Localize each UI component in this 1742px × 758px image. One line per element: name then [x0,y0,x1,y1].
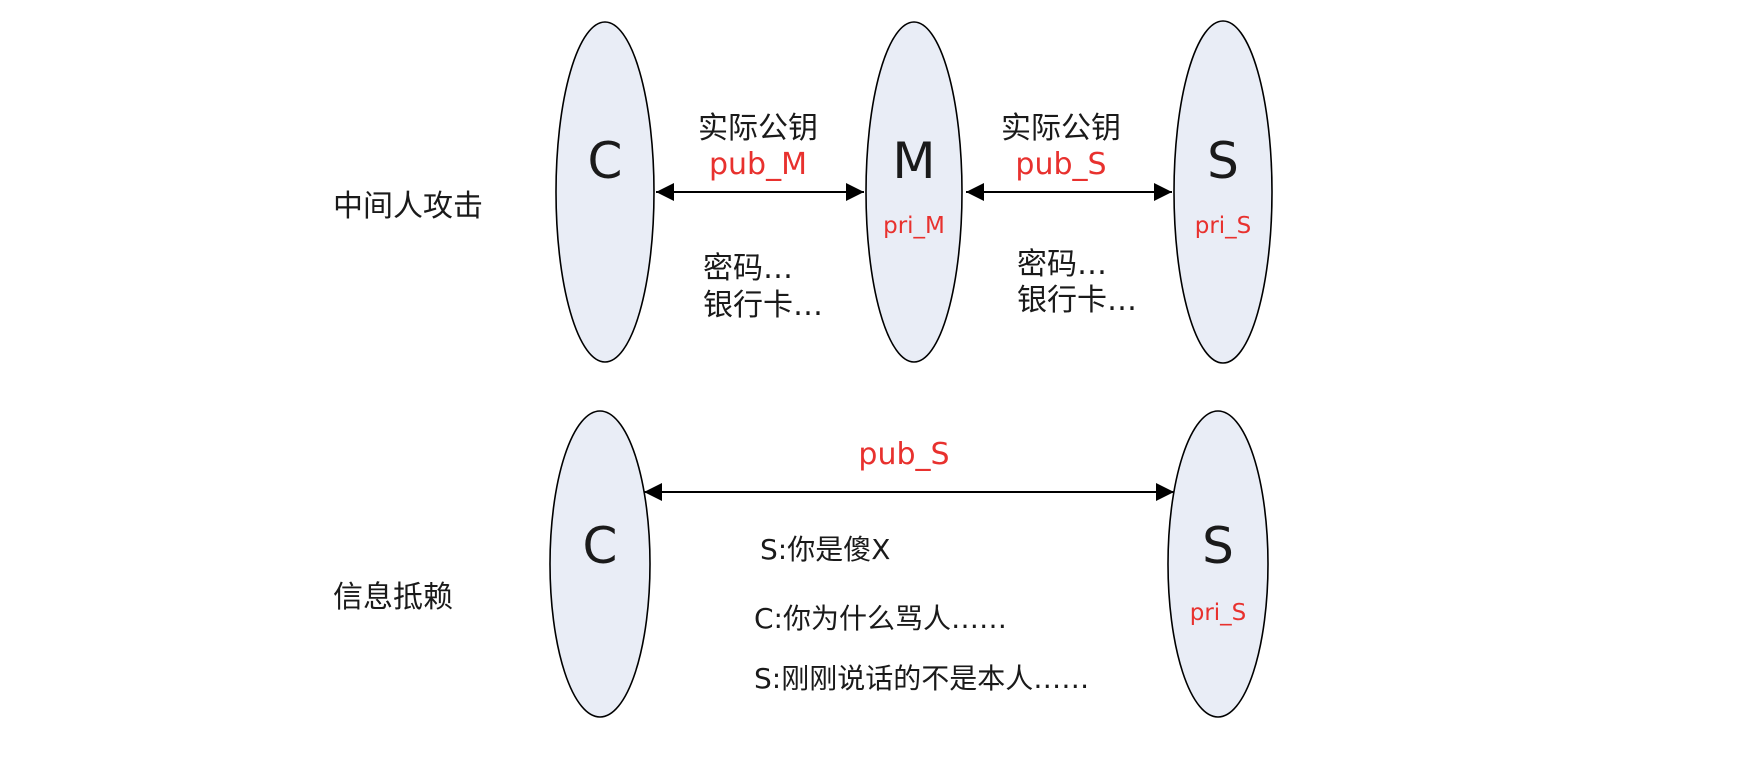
mitm-server-private-key: pri_S [1195,213,1252,239]
mitm-server-letter: S [1207,132,1239,190]
mitm-middle-node [865,21,963,363]
mitm-link-right-note-password: 密码… [1017,247,1107,282]
repudiation-client-letter: C [583,517,618,575]
repudiation-server-private-key: pri_S [1190,600,1247,626]
mitm-client-node [555,21,655,363]
mitm-server-node [1173,20,1273,364]
section-label-mitm: 中间人攻击 [333,189,483,224]
repudiation-message-3: S:刚刚说话的不是本人…… [754,662,1089,695]
mitm-middle-letter: M [892,132,935,190]
mitm-middle-private-key: pri_M [883,213,945,239]
diagram-canvas: 中间人攻击 C M pri_M S pri_S 实际公钥 pub_M 密码… 银… [333,20,1273,718]
mitm-link-left-key: pub_M [709,147,807,182]
section-mitm: 中间人攻击 C M pri_M S pri_S 实际公钥 pub_M 密码… 银… [333,20,1273,364]
mitm-link-left-note-password: 密码… [703,251,793,286]
repudiation-server-letter: S [1202,517,1234,575]
mitm-link-right-key: pub_S [1015,147,1106,182]
section-repudiation: 信息抵赖 C S pri_S pub_S S:你是傻X C:你为什么骂人…… S… [333,410,1269,718]
mitm-link-left-note-bankcard: 银行卡… [703,288,823,323]
repudiation-link-key: pub_S [858,437,949,472]
mitm-link-left-caption: 实际公钥 [698,111,818,146]
mitm-link-right-note-bankcard: 银行卡… [1017,283,1137,318]
repudiation-message-1: S:你是傻X [760,533,890,566]
repudiation-message-2: C:你为什么骂人…… [754,602,1007,635]
section-label-repudiation: 信息抵赖 [333,580,453,615]
mitm-link-right-caption: 实际公钥 [1001,111,1121,146]
mitm-client-letter: C [588,132,623,190]
